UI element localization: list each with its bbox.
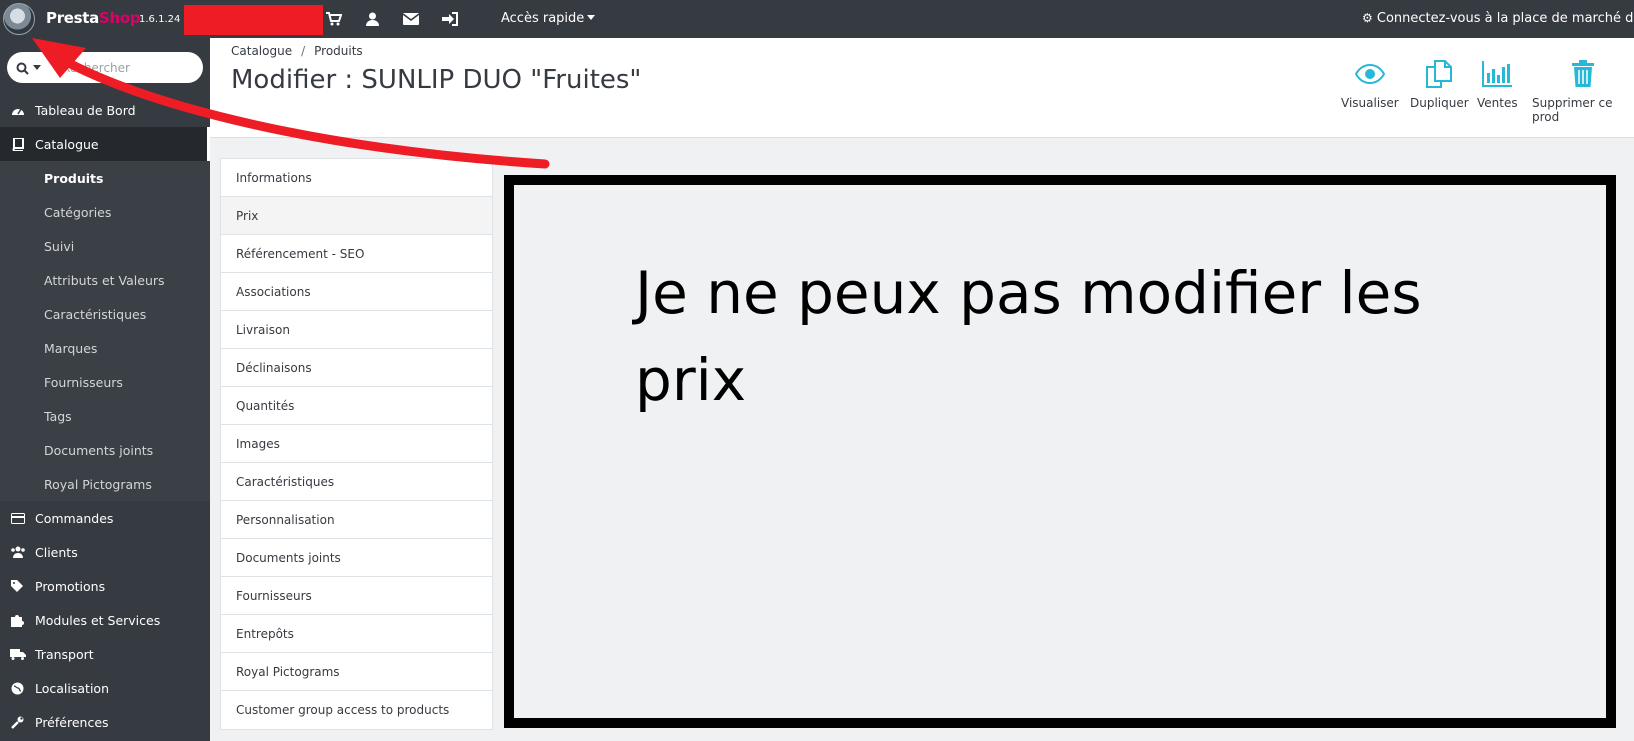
globe-icon: [0, 682, 35, 695]
product-tabs: Informations Prix Référencement - SEO As…: [220, 158, 493, 730]
users-icon: [0, 546, 35, 558]
sidebar: Tableau de Bord Catalogue Produits Catég…: [0, 38, 210, 741]
sidebar-item-preferences[interactable]: Préférences: [0, 705, 210, 739]
sidebar-item-label: Commandes: [35, 510, 114, 526]
sidebar-item-localisation[interactable]: Localisation: [0, 671, 210, 705]
puzzle-icon: [0, 614, 35, 627]
user-icon[interactable]: [362, 9, 382, 29]
sidebar-item-label: Clients: [35, 544, 78, 560]
quick-access-menu[interactable]: Accès rapide: [501, 11, 596, 26]
view-label: Visualiser: [1341, 96, 1399, 110]
sidebar-item-label: Transport: [35, 646, 94, 662]
page-title: Modifier : SUNLIP DUO "Fruites": [231, 65, 642, 95]
cart-icon[interactable]: [324, 9, 344, 29]
sidebar-item-clients[interactable]: Clients: [0, 535, 210, 569]
tab-entrepots[interactable]: Entrepôts: [221, 615, 492, 653]
sidebar-item-commandes[interactable]: Commandes: [0, 501, 210, 535]
quick-access-label: Accès rapide: [501, 11, 585, 26]
tab-personnalisation[interactable]: Personnalisation: [221, 501, 492, 539]
tab-declinaisons[interactable]: Déclinaisons: [221, 349, 492, 387]
sidebar-item-transport[interactable]: Transport: [0, 637, 210, 671]
submenu-item-marques[interactable]: Marques: [0, 331, 210, 365]
avatar[interactable]: [3, 3, 35, 35]
sales-button[interactable]: Ventes: [1477, 58, 1518, 110]
view-button[interactable]: Visualiser: [1341, 58, 1399, 110]
bar-chart-icon: [1482, 58, 1513, 90]
sidebar-item-label: Modules et Services: [35, 612, 161, 628]
main-nav: Tableau de Bord Catalogue Produits Catég…: [0, 93, 210, 739]
brand-part-2: Shop: [99, 9, 141, 27]
tab-royal-pictograms[interactable]: Royal Pictograms: [221, 653, 492, 691]
tab-seo[interactable]: Référencement - SEO: [221, 235, 492, 273]
tab-caracteristiques[interactable]: Caractéristiques: [221, 463, 492, 501]
chevron-down-icon[interactable]: [33, 65, 41, 70]
book-icon: [0, 137, 35, 151]
submenu-item-suivi[interactable]: Suivi: [0, 229, 210, 263]
tab-documents-joints[interactable]: Documents joints: [221, 539, 492, 577]
tab-livraison[interactable]: Livraison: [221, 311, 492, 349]
submenu-item-produits[interactable]: Produits: [0, 161, 210, 195]
submenu-item-caracteristiques[interactable]: Caractéristiques: [0, 297, 210, 331]
delete-button[interactable]: Supprimer ce prod: [1532, 58, 1634, 124]
search-input[interactable]: [62, 58, 192, 77]
brand-part-1: Presta: [46, 9, 99, 27]
marketplace-label: Connectez-vous à la place de marché de P…: [1376, 11, 1634, 26]
annotation-text: Je ne peux pas modifier les prix: [635, 259, 1422, 414]
search-icon[interactable]: [16, 60, 29, 79]
tags-icon: [0, 580, 35, 592]
breadcrumb-catalogue[interactable]: Catalogue: [231, 44, 292, 58]
breadcrumb-separator: /: [301, 44, 306, 58]
eye-icon: [1354, 58, 1385, 90]
sidebar-item-promotions[interactable]: Promotions: [0, 569, 210, 603]
sidebar-item-label: Localisation: [35, 680, 109, 696]
sidebar-item-label: Catalogue: [35, 136, 99, 152]
brand-logo[interactable]: PrestaShop: [46, 9, 141, 27]
trash-icon: [1572, 58, 1594, 90]
top-bar: PrestaShop 1.6.1.24 Accès rapide ⚙ Conne…: [0, 0, 1634, 38]
tab-fournisseurs[interactable]: Fournisseurs: [221, 577, 492, 615]
sales-label: Ventes: [1477, 96, 1518, 110]
truck-icon: [0, 648, 35, 660]
sidebar-item-catalogue[interactable]: Catalogue: [0, 127, 210, 161]
version-label: 1.6.1.24: [139, 14, 181, 25]
breadcrumb-produits[interactable]: Produits: [314, 44, 363, 58]
submenu-item-attributs[interactable]: Attributs et Valeurs: [0, 263, 210, 297]
catalogue-submenu: Produits Catégories Suivi Attributs et V…: [0, 161, 210, 501]
sidebar-item-label: Préférences: [35, 714, 109, 730]
sign-in-icon[interactable]: [440, 9, 460, 29]
submenu-item-categories[interactable]: Catégories: [0, 195, 210, 229]
envelope-icon[interactable]: [401, 9, 421, 29]
breadcrumb: Catalogue / Produits: [231, 44, 363, 58]
submenu-item-royal-pictograms[interactable]: Royal Pictograms: [0, 467, 210, 501]
sidebar-item-label: Tableau de Bord: [35, 102, 136, 118]
search-box: [7, 52, 203, 83]
sidebar-item-modules[interactable]: Modules et Services: [0, 603, 210, 637]
sidebar-item-dashboard[interactable]: Tableau de Bord: [0, 93, 210, 127]
chevron-down-icon: [587, 15, 596, 20]
duplicate-label: Dupliquer: [1410, 96, 1469, 110]
sidebar-item-label: Promotions: [35, 578, 106, 594]
puzzle-icon: ⚙: [1362, 11, 1373, 25]
tab-associations[interactable]: Associations: [221, 273, 492, 311]
submenu-item-documents[interactable]: Documents joints: [0, 433, 210, 467]
tab-customer-group-access[interactable]: Customer group access to products: [221, 691, 492, 729]
tab-images[interactable]: Images: [221, 425, 492, 463]
dashboard-icon: [0, 104, 35, 116]
redacted-block: [184, 5, 323, 35]
duplicate-button[interactable]: Dupliquer: [1410, 58, 1469, 110]
credit-card-icon: [0, 512, 35, 524]
tab-informations[interactable]: Informations: [221, 159, 492, 197]
annotation-box: Je ne peux pas modifier les prix: [504, 175, 1616, 728]
submenu-item-tags[interactable]: Tags: [0, 399, 210, 433]
tab-quantites[interactable]: Quantités: [221, 387, 492, 425]
marketplace-link[interactable]: ⚙ Connectez-vous à la place de marché de…: [1362, 11, 1634, 26]
tab-prix[interactable]: Prix: [221, 197, 492, 235]
copy-icon: [1425, 58, 1453, 90]
delete-label: Supprimer ce prod: [1532, 96, 1613, 124]
page-header: Catalogue / Produits Modifier : SUNLIP DUO…: [210, 38, 1634, 138]
submenu-item-fournisseurs[interactable]: Fournisseurs: [0, 365, 210, 399]
wrench-icon: [0, 716, 35, 729]
